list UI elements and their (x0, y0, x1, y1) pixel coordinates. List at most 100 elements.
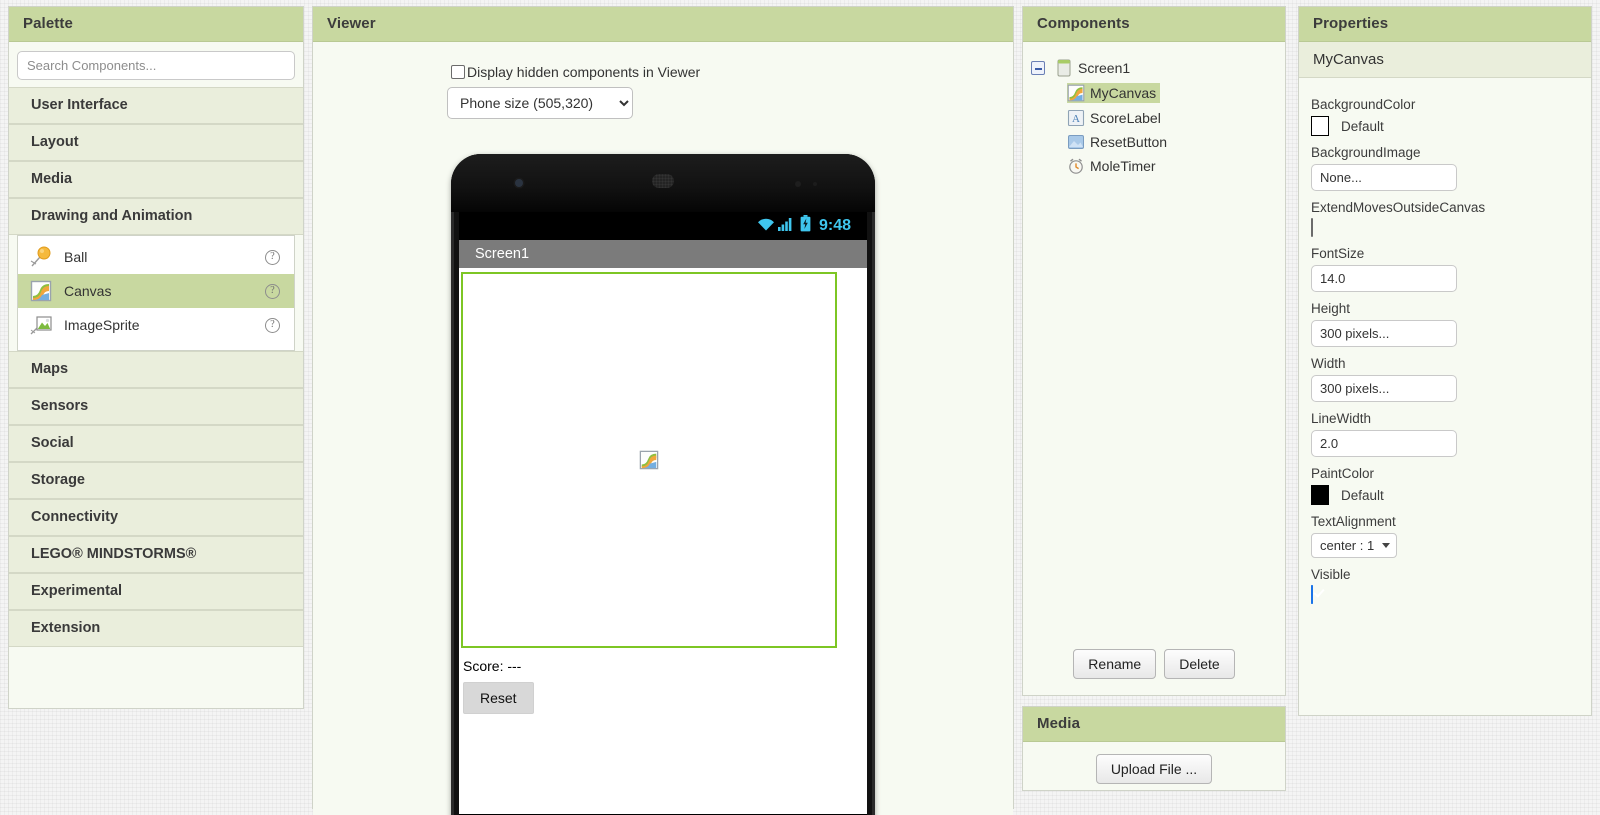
battery-icon (800, 215, 811, 237)
screen-title-bar: Screen1 (459, 240, 867, 268)
palette-category-media[interactable]: Media (9, 161, 303, 198)
proximity-sensor-icon (795, 181, 801, 187)
help-icon[interactable]: ? (265, 283, 280, 299)
properties-panel: Properties MyCanvas BackgroundColor Defa… (1298, 6, 1592, 716)
palette-item-ball[interactable]: Ball ? (18, 240, 294, 274)
palette-header: Palette (9, 7, 303, 42)
property-input-height[interactable] (1311, 320, 1457, 347)
palette-category-user-interface[interactable]: User Interface (9, 87, 303, 124)
property-input-backgroundimage[interactable] (1311, 164, 1457, 191)
status-bar-clock: 9:48 (818, 217, 851, 234)
property-select-textalignment[interactable]: center : 1 (1311, 533, 1398, 558)
property-label-backgroundimage: BackgroundImage (1311, 145, 1421, 160)
properties-list: BackgroundColor Default BackgroundImage … (1299, 78, 1591, 604)
help-icon[interactable]: ? (265, 249, 280, 265)
clock-icon (1067, 157, 1085, 175)
scorelabel-preview[interactable]: Score: --- (463, 658, 521, 674)
palette-item-label: Canvas (64, 283, 112, 299)
light-sensor-icon (813, 182, 817, 186)
palette-category-sensors[interactable]: Sensors (9, 388, 303, 425)
palette-category-maps[interactable]: Maps (9, 351, 303, 388)
viewer-header: Viewer (313, 7, 1013, 42)
palette-category-social[interactable]: Social (9, 425, 303, 462)
chevron-down-icon (1382, 543, 1391, 548)
android-status-bar: 9:48 (459, 212, 867, 240)
property-label-visible: Visible (1311, 567, 1351, 582)
component-action-buttons: Rename Delete (1023, 649, 1285, 679)
property-label-textalignment: TextAlignment (1311, 514, 1396, 529)
front-camera-icon (515, 179, 523, 187)
earpiece-speaker-icon (652, 174, 674, 188)
media-header: Media (1023, 707, 1285, 742)
tree-item-mycanvas[interactable]: MyCanvas (1067, 80, 1285, 106)
property-checkbox-extendmovesoutsidecanvas[interactable] (1311, 218, 1313, 237)
palette-search-wrap (9, 42, 303, 87)
palette-category-drawing-and-animation[interactable]: Drawing and Animation (9, 198, 303, 235)
ball-icon (30, 246, 52, 268)
palette-category-extension[interactable]: Extension (9, 610, 303, 647)
property-label-fontsize: FontSize (1311, 246, 1365, 261)
palette-drawing-items: Ball ? Canvas ? ImageSprite ? (17, 235, 295, 351)
rename-button[interactable]: Rename (1073, 649, 1157, 679)
help-icon[interactable]: ? (265, 317, 280, 333)
property-value-paintcolor: Default (1341, 487, 1384, 503)
screen-icon (1055, 59, 1073, 77)
property-checkbox-visible[interactable] (1311, 585, 1313, 604)
tree-item-moletimer[interactable]: MoleTimer (1067, 154, 1285, 178)
display-hidden-components-label: Display hidden components in Viewer (467, 64, 701, 80)
tree-item-label: MyCanvas (1090, 85, 1157, 101)
property-backgroundcolor-row[interactable]: Default (1311, 116, 1579, 136)
tree-item-label: ScoreLabel (1090, 110, 1161, 126)
wifi-icon (756, 216, 776, 237)
property-value-textalignment: center : 1 (1320, 538, 1375, 553)
svg-text:A: A (1072, 113, 1080, 125)
palette-category-layout[interactable]: Layout (9, 124, 303, 161)
phone-mockup: 9:48 Screen1 Score: --- Reset (451, 154, 875, 815)
phone-screen-area: Score: --- Reset (459, 268, 867, 814)
palette-category-experimental[interactable]: Experimental (9, 573, 303, 610)
property-label-extendmovesoutsidecanvas: ExtendMovesOutsideCanvas (1311, 200, 1486, 215)
color-swatch-icon[interactable] (1311, 116, 1329, 136)
canvas-icon (1067, 84, 1085, 102)
property-input-width[interactable] (1311, 375, 1457, 402)
tree-item-screen1[interactable]: Screen1 (1031, 56, 1285, 80)
palette-item-label: ImageSprite (64, 317, 140, 333)
properties-component-name: MyCanvas (1299, 42, 1591, 78)
palette-item-label: Ball (64, 249, 88, 265)
tree-item-scorelabel[interactable]: A ScoreLabel (1067, 106, 1285, 130)
components-header: Components (1023, 7, 1285, 42)
property-label-width: Width (1311, 356, 1346, 371)
app-root: Palette User Interface Layout Media Draw… (0, 0, 1600, 815)
property-input-linewidth[interactable] (1311, 430, 1457, 457)
upload-file-button[interactable]: Upload File ... (1095, 754, 1213, 784)
property-label-paintcolor: PaintColor (1311, 466, 1375, 481)
color-swatch-icon[interactable] (1311, 485, 1329, 505)
viewer-panel: Viewer Display hidden components in View… (312, 6, 1014, 815)
property-value-backgroundcolor: Default (1341, 118, 1384, 134)
display-hidden-components-row[interactable]: Display hidden components in Viewer (451, 64, 700, 80)
signal-bars-icon (777, 216, 794, 237)
viewer-body: Display hidden components in Viewer Phon… (313, 42, 1013, 815)
label-icon: A (1067, 109, 1085, 127)
resetbutton-preview[interactable]: Reset (463, 682, 534, 714)
palette-panel: Palette User Interface Layout Media Draw… (8, 6, 304, 709)
imagesprite-icon (30, 314, 52, 336)
collapse-minus-icon[interactable] (1031, 61, 1045, 75)
media-body: Upload File ... (1023, 742, 1285, 796)
media-panel: Media Upload File ... (1022, 706, 1286, 791)
display-hidden-components-checkbox[interactable] (451, 65, 465, 79)
palette-item-canvas[interactable]: Canvas ? (18, 274, 294, 308)
tree-item-resetbutton[interactable]: ResetButton (1067, 130, 1285, 154)
property-label-backgroundcolor: BackgroundColor (1311, 97, 1416, 112)
delete-button[interactable]: Delete (1164, 649, 1235, 679)
palette-category-lego-mindstorms[interactable]: LEGO® MINDSTORMS® (9, 536, 303, 573)
palette-item-imagesprite[interactable]: ImageSprite ? (18, 308, 294, 342)
palette-category-storage[interactable]: Storage (9, 462, 303, 499)
property-input-fontsize[interactable] (1311, 265, 1457, 292)
phone-size-select[interactable]: Phone size (505,320) (447, 87, 633, 119)
mycanvas-preview[interactable] (461, 272, 837, 648)
search-input[interactable] (17, 51, 295, 80)
tree-selection-highlight: MyCanvas (1067, 83, 1161, 103)
palette-category-connectivity[interactable]: Connectivity (9, 499, 303, 536)
property-paintcolor-row[interactable]: Default (1311, 485, 1579, 505)
